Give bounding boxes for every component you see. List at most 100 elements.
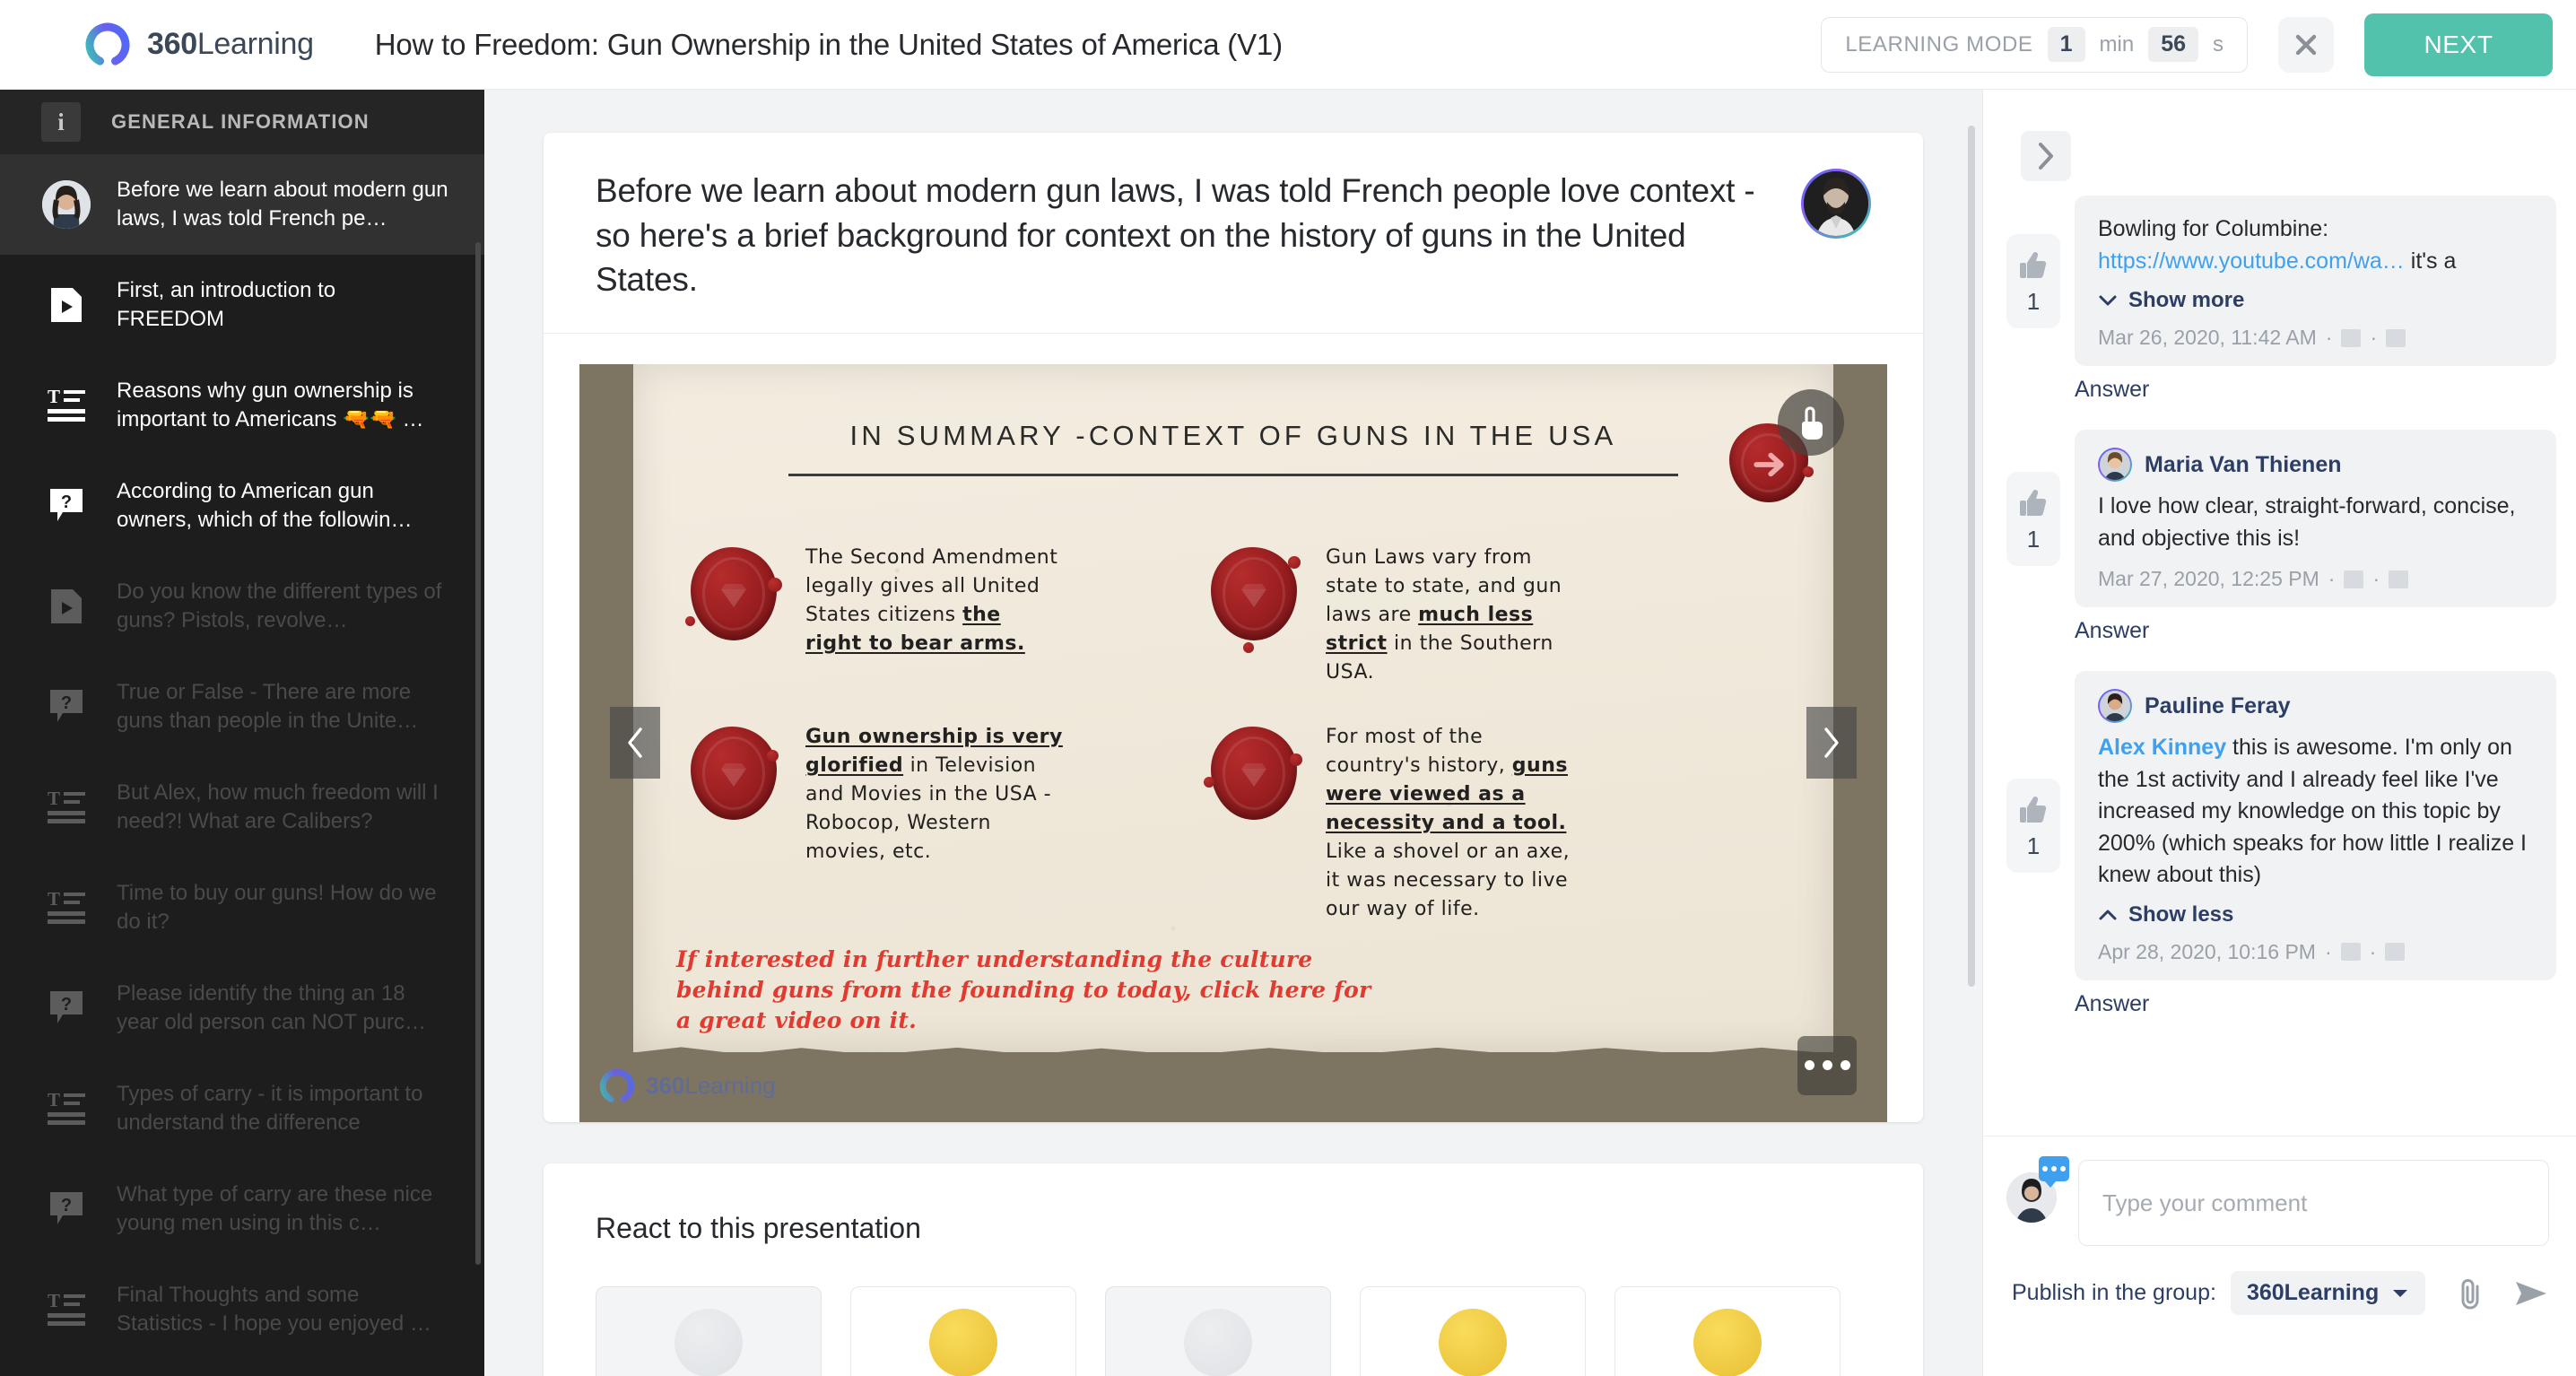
user-mention-link[interactable]: Alex Kinney [2098, 735, 2226, 760]
comment-author-name: Maria Van Thienen [2145, 451, 2342, 477]
sidebar-item-label: Do you know the different types of guns?… [117, 579, 442, 632]
comment-thread: 1 Maria Van Thienen I love how clear, stra… [2006, 430, 2556, 644]
next-button[interactable]: NEXT [2364, 13, 2553, 76]
sidebar-item-3[interactable]: T Reasons why gun ownership is important … [0, 355, 484, 456]
pin-icon[interactable] [2341, 328, 2362, 347]
wax-seal-icon [685, 544, 782, 648]
wax-seal-icon [687, 723, 780, 827]
sidebar-item-11: ? What type of carry are these nice young… [0, 1159, 484, 1259]
text-icon: T [41, 789, 91, 825]
learning-mode-timer: LEARNING MODE 1 min 56 s [1821, 16, 2248, 73]
answer-link[interactable]: Answer [2075, 991, 2556, 1017]
slide-prev-button[interactable] [610, 707, 660, 779]
svg-text:T: T [48, 890, 60, 910]
chevron-up-icon [2099, 910, 2117, 919]
text-icon: T [41, 388, 91, 423]
like-count: 1 [2026, 832, 2041, 859]
delete-icon[interactable] [2385, 943, 2406, 961]
page-title: How to Freedom: Gun Ownership in the Uni… [374, 27, 1283, 61]
collapse-comments-button[interactable] [2021, 131, 2071, 181]
reaction-tile-5[interactable] [1614, 1285, 1841, 1376]
like-button[interactable]: 1 [2006, 778, 2060, 873]
slide-watermark-logo: 360Learning [597, 1067, 776, 1106]
reaction-tile-4[interactable] [1360, 1285, 1586, 1376]
reaction-tile-2[interactable] [850, 1285, 1076, 1376]
answer-link[interactable]: Answer [2075, 618, 2556, 644]
pin-icon[interactable] [2344, 570, 2364, 588]
learning-mode-label: LEARNING MODE [1845, 31, 2033, 57]
answer-link[interactable]: Answer [2075, 377, 2556, 403]
slide-point-2: Gun Laws vary from state to state, and g… [1207, 544, 1566, 688]
sidebar-section-general-information[interactable]: i GENERAL INFORMATION [0, 90, 484, 154]
show-more-toggle[interactable]: Show less [2098, 902, 2533, 927]
like-button[interactable]: 1 [2006, 471, 2060, 566]
slide-handwritten-note[interactable]: If interested in further understanding t… [676, 945, 1376, 1036]
comment-link[interactable]: https://www.youtube.com/wa… [2098, 248, 2405, 274]
pin-icon[interactable] [2340, 943, 2361, 961]
comment-body: I love how clear, straight-forward, conc… [2098, 491, 2533, 554]
brand-logo-text: 360Learning [147, 27, 314, 61]
comment: 1 Bowling for Columbine: https://www.yout… [2006, 196, 2556, 366]
sidebar-item-2[interactable]: First, an introduction to FREEDOM [0, 255, 484, 355]
comment-text-prefix: Bowling for Columbine: [2098, 216, 2329, 241]
comment-timestamp: Mar 27, 2020, 12:25 PM [2098, 567, 2319, 590]
thumbs-up-icon [2020, 251, 2047, 278]
gem-glyph-icon [1241, 583, 1266, 607]
comments-panel: 1 Bowling for Columbine: https://www.yout… [1982, 90, 2576, 1376]
main-scrollbar[interactable] [1968, 126, 1975, 987]
comment-input[interactable] [2078, 1160, 2549, 1246]
comment-bubble-icon [2039, 1156, 2069, 1188]
chevron-down-icon [2393, 1289, 2408, 1297]
avatar [42, 180, 91, 229]
chevron-right-icon [1824, 727, 1839, 758]
question-icon: ? [50, 991, 83, 1023]
close-button[interactable] [2278, 16, 2334, 73]
brand-logo[interactable]: 360Learning [83, 20, 314, 70]
reaction-tile-3[interactable] [1105, 1285, 1331, 1376]
sidebar-item-label: According to American gun owners, which … [117, 479, 413, 532]
show-more-toggle[interactable]: Show more [2098, 288, 2533, 313]
comment-meta: Mar 27, 2020, 12:25 PM · · [2098, 567, 2533, 591]
arrow-right-icon [1754, 452, 1784, 476]
text-icon: T [48, 1091, 85, 1125]
sidebar-item-label: Please identify the thing an 18 year old… [117, 981, 427, 1034]
sidebar-item-label: True or False - There are more guns than… [117, 680, 419, 733]
sidebar-item-label: First, an introduction to FREEDOM [117, 278, 336, 331]
comment-bubble: Maria Van Thienen I love how clear, strai… [2075, 430, 2556, 607]
wax-seal-icon [1207, 544, 1301, 653]
gem-glyph-icon [1241, 762, 1266, 787]
sidebar-item-label: Before we learn about modern gun laws, I… [117, 178, 448, 231]
avatar [2098, 448, 2132, 482]
question-icon: ? [41, 989, 91, 1027]
sidebar-item-8: T Time to buy our guns! How do we do it? [0, 858, 484, 958]
reaction-tile-1[interactable] [596, 1285, 822, 1376]
activity-header: Before we learn about modern gun laws, I… [544, 133, 1923, 334]
sidebar-scrollbar[interactable] [475, 242, 481, 1265]
slide-point-4-text: For most of the country's history, guns … [1326, 725, 1571, 921]
sidebar-item-1[interactable]: Before we learn about modern gun laws, I… [0, 154, 484, 255]
publish-group-select[interactable]: 360Learning [2230, 1271, 2426, 1315]
sidebar-item-4[interactable]: ? According to American gun owners, which… [0, 456, 484, 556]
svg-text:?: ? [61, 1196, 72, 1215]
comment-list: 1 Bowling for Columbine: https://www.yout… [1983, 196, 2576, 1132]
paperclip-icon[interactable] [2456, 1276, 2486, 1311]
timer-seconds: 56 [2148, 27, 2198, 62]
delete-icon[interactable] [2389, 570, 2409, 588]
delete-icon[interactable] [2386, 328, 2406, 347]
slide-point-1-text: The Second Amendment legally gives all U… [805, 545, 1058, 656]
comment: 1 Pauline Feray Alex Kinney this is awesom… [2006, 671, 2556, 980]
sidebar-item-12: T Final Thoughts and some Statistics - I … [0, 1259, 484, 1360]
like-count: 1 [2026, 287, 2041, 315]
gem-glyph-icon [721, 583, 746, 607]
timer-minutes: 1 [2047, 27, 2085, 62]
slide-point-3-text: Gun ownership is very glorified in Telev… [805, 725, 1063, 864]
svg-text:?: ? [61, 693, 72, 713]
send-icon[interactable] [2513, 1278, 2549, 1309]
presentation-slide[interactable]: IN SUMMARY -CONTEXT OF GUNS IN THE USA T… [579, 363, 1887, 1122]
slide-title: IN SUMMARY -CONTEXT OF GUNS IN THE USA [849, 419, 1617, 451]
like-button[interactable]: 1 [2006, 233, 2060, 328]
activity-card: Before we learn about modern gun laws, I… [544, 133, 1923, 1122]
slide-next-button[interactable] [1806, 707, 1857, 779]
slide-options-button[interactable] [1797, 1035, 1857, 1095]
slide-point-2-text: Gun Laws vary from state to state, and g… [1326, 545, 1562, 684]
